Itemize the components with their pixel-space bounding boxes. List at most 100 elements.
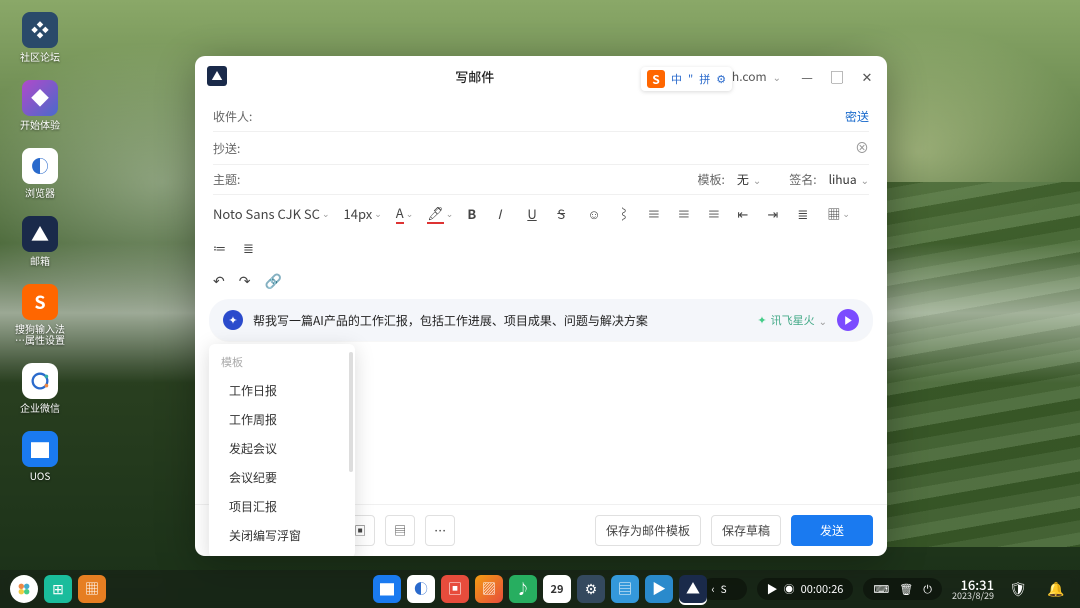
- ime-half[interactable]: ": [688, 71, 693, 87]
- mail-app-icon: ▲: [207, 66, 227, 86]
- keyboard-icon[interactable]: ⌨: [873, 581, 889, 597]
- italic-button[interactable]: I: [497, 204, 513, 223]
- chevron-down-icon: ⌄: [773, 69, 781, 84]
- redo-button[interactable]: ↷: [239, 271, 251, 291]
- maximize-button[interactable]: ▢: [829, 67, 845, 86]
- ai-prompt-input[interactable]: 帮我写一篇AI产品的工作汇报，包括工作进展、项目成果、问题与解决方案: [253, 312, 747, 329]
- workspaces-button[interactable]: ▦: [78, 575, 106, 603]
- tray-sogou-icon[interactable]: S: [721, 581, 737, 597]
- tb-video[interactable]: ▶: [645, 575, 673, 603]
- ime-settings-icon[interactable]: ⚙: [716, 71, 726, 87]
- line-height-button[interactable]: ≣: [797, 204, 813, 223]
- close-button[interactable]: ✕: [859, 67, 875, 86]
- font-family-select[interactable]: Noto Sans CJK SC⌄: [213, 204, 330, 223]
- trash-icon[interactable]: 🗑: [899, 581, 913, 597]
- ordered-list-button[interactable]: ≔: [213, 238, 229, 257]
- tray-shield-icon[interactable]: 🛡: [1004, 575, 1032, 603]
- tb-files[interactable]: ▇: [373, 575, 401, 603]
- tb-mail-active[interactable]: ▲: [679, 575, 707, 603]
- more-button[interactable]: ⋯: [425, 515, 455, 546]
- indent-decrease-button[interactable]: ⇤: [737, 204, 753, 223]
- bcc-link[interactable]: 密送: [845, 108, 869, 125]
- ai-sparkle-icon: ✦: [223, 310, 243, 330]
- template-select[interactable]: 无⌄: [737, 171, 761, 188]
- template-dropdown: 模板 工作日报 工作周报 发起会议 会议纪要 项目汇报 关闭编写浮窗: [209, 344, 355, 556]
- power-icon[interactable]: ⏻: [923, 581, 932, 597]
- template-item-close[interactable]: 关闭编写浮窗: [209, 521, 355, 550]
- ai-model-select[interactable]: 讯飞星火 ⌄: [757, 312, 827, 328]
- ai-send-button[interactable]: [837, 309, 859, 331]
- font-size-select[interactable]: 14px⌄: [344, 204, 382, 223]
- tb-browser[interactable]: ◐: [407, 575, 435, 603]
- undo-button[interactable]: ↶: [213, 271, 225, 291]
- editor-toolbar: Noto Sans CJK SC⌄ 14px⌄ A⌄ 🖊⌄ B I U S ☺ …: [195, 195, 887, 265]
- align-right-button[interactable]: ≡: [707, 204, 723, 223]
- record-icon: ▶: [767, 581, 778, 597]
- ime-lang[interactable]: 中: [671, 71, 682, 87]
- tb-calendar[interactable]: 29: [543, 575, 571, 603]
- align-left-button[interactable]: ≡: [647, 204, 663, 223]
- bold-button[interactable]: B: [467, 204, 483, 223]
- to-label: 收件人:: [213, 108, 255, 125]
- tray-system[interactable]: ⌨ 🗑 ⏻: [863, 578, 942, 600]
- sogou-icon[interactable]: S: [647, 70, 665, 88]
- tray-group-a[interactable]: ‹S: [701, 578, 746, 600]
- template-item-daily[interactable]: 工作日报: [209, 376, 355, 405]
- desktop-icon-welcome[interactable]: ◆开始体验: [14, 80, 66, 130]
- format-painter-button[interactable]: ⌇: [617, 204, 633, 223]
- ime-toolbar[interactable]: S 中 " 拼 ⚙: [641, 67, 732, 91]
- highlight-button[interactable]: 🖊⌄: [427, 203, 453, 224]
- launcher-button[interactable]: [10, 575, 38, 603]
- unordered-list-button[interactable]: ≣: [243, 238, 259, 257]
- desktop-icons-column: ❖社区论坛 ◆开始体验 ◐浏览器 ▲邮箱 S搜狗输入法 …属性设置 企业微信 ▇…: [14, 12, 66, 481]
- insert-card-button[interactable]: ▤: [385, 515, 415, 546]
- desktop-icon-mail[interactable]: ▲邮箱: [14, 216, 66, 266]
- font-color-button[interactable]: A⌄: [396, 203, 413, 224]
- recipient-row: 收件人: 密送: [213, 102, 869, 132]
- tb-notes[interactable]: ▤: [611, 575, 639, 603]
- signature-select[interactable]: lihua⌄: [829, 171, 869, 188]
- desktop-icon-browser[interactable]: ◐浏览器: [14, 148, 66, 198]
- template-item-meeting[interactable]: 发起会议: [209, 434, 355, 463]
- send-button[interactable]: 发送: [791, 515, 873, 546]
- emoji-button[interactable]: ☺: [587, 204, 603, 223]
- subject-row: 主题: 模板: 无⌄ 签名: lihua⌄: [213, 165, 869, 195]
- desktop-icon-uos[interactable]: ▇UOS: [14, 431, 66, 481]
- template-item-minutes[interactable]: 会议纪要: [209, 463, 355, 492]
- chevron-down-icon: ⌄: [819, 313, 827, 328]
- subject-label: 主题:: [213, 171, 255, 188]
- insert-link-button[interactable]: 🔗: [264, 271, 281, 291]
- desktop-icon-sogou[interactable]: S搜狗输入法 …属性设置: [14, 284, 66, 345]
- indent-increase-button[interactable]: ⇥: [767, 204, 783, 223]
- tb-music[interactable]: ♪: [509, 575, 537, 603]
- insert-table-button[interactable]: ▦⌄: [827, 204, 850, 223]
- desktop-icon-forum[interactable]: ❖社区论坛: [14, 12, 66, 62]
- clear-cc-icon[interactable]: ⊗: [855, 138, 869, 158]
- ime-mode[interactable]: 拼: [699, 71, 710, 87]
- desktop-icon-wecom[interactable]: 企业微信: [14, 363, 66, 413]
- to-input[interactable]: [255, 110, 845, 124]
- underline-button[interactable]: U: [527, 204, 543, 223]
- template-item-weekly[interactable]: 工作周报: [209, 405, 355, 434]
- save-draft-button[interactable]: 保存草稿: [711, 515, 781, 546]
- rec-timer: 00:00:26: [801, 581, 844, 597]
- tray-recorder[interactable]: ▶ ◉ 00:00:26: [757, 578, 854, 600]
- window-titlebar[interactable]: ▲ 写邮件 :ch.com ⌄ — ▢ ✕: [195, 56, 887, 96]
- save-as-template-button[interactable]: 保存为邮件模板: [595, 515, 701, 546]
- subject-input[interactable]: [255, 173, 697, 187]
- tb-control[interactable]: ⚙: [577, 575, 605, 603]
- chevron-down-icon: ⌄: [753, 172, 761, 187]
- camera-icon: ◉: [784, 581, 795, 597]
- taskbar-clock[interactable]: 16:31 2023/8/29: [952, 578, 994, 600]
- template-dropdown-header: 模板: [209, 352, 355, 376]
- cc-input[interactable]: [255, 141, 855, 155]
- chevron-down-icon: ⌄: [861, 172, 869, 187]
- minimize-button[interactable]: —: [799, 67, 815, 86]
- strike-button[interactable]: S: [557, 204, 573, 223]
- tb-photos[interactable]: ▨: [475, 575, 503, 603]
- tray-notify-icon[interactable]: 🔔: [1042, 575, 1070, 603]
- tb-appstore[interactable]: ▣: [441, 575, 469, 603]
- multitask-button[interactable]: ⊞: [44, 575, 72, 603]
- align-center-button[interactable]: ≡: [677, 204, 693, 223]
- template-item-project[interactable]: 项目汇报: [209, 492, 355, 521]
